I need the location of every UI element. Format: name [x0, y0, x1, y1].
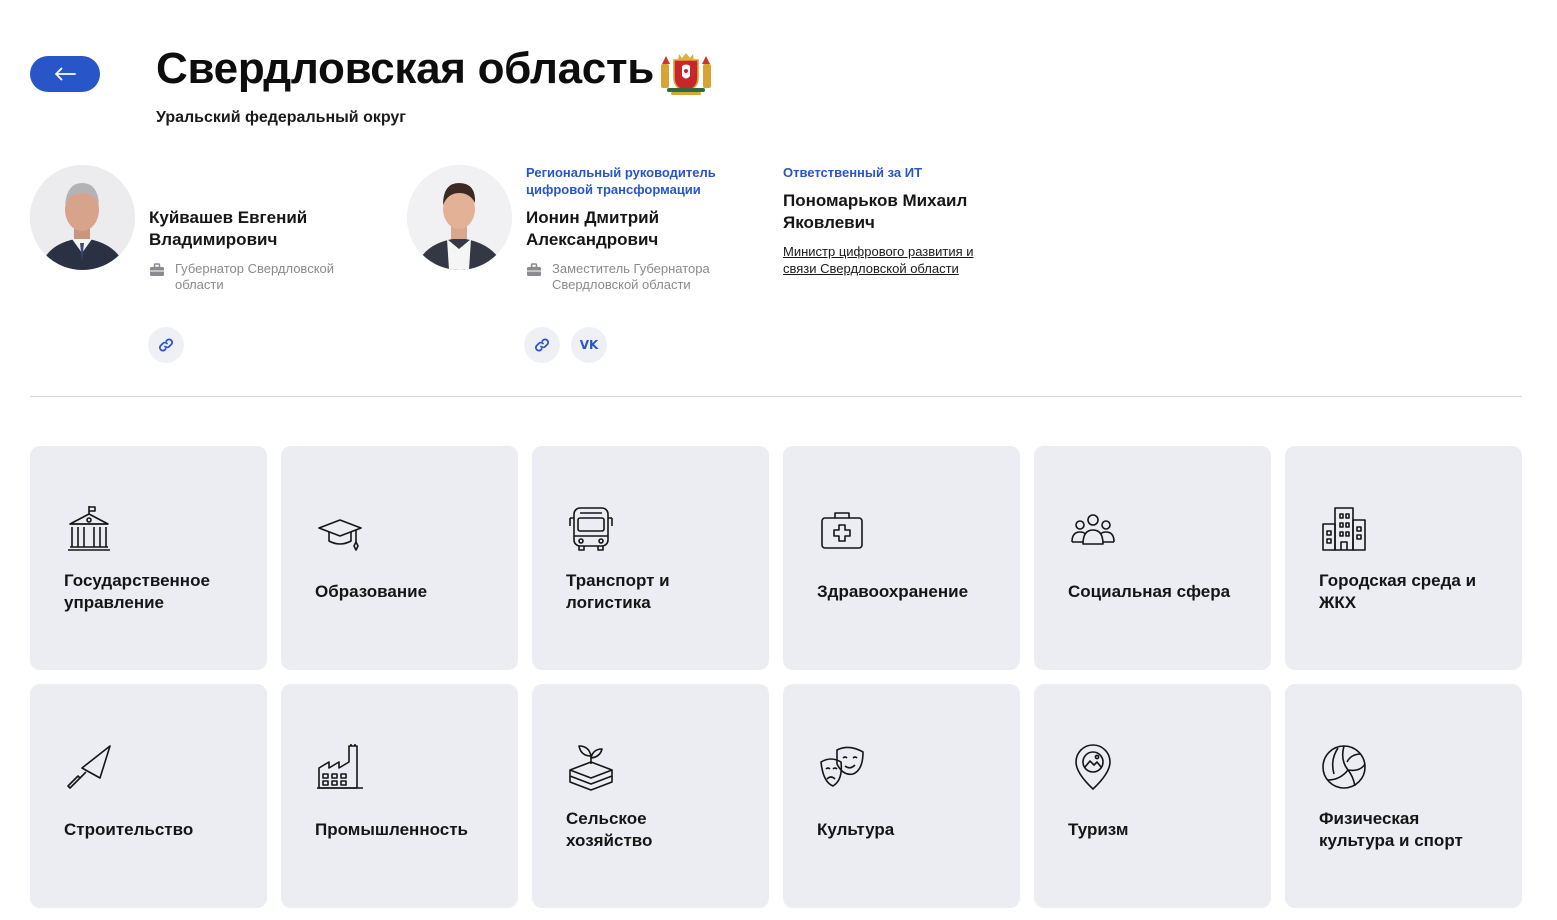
- sector-tile-industry[interactable]: Промышленность: [281, 684, 518, 908]
- sector-tile-healthcare[interactable]: Здравоохранение: [783, 446, 1020, 670]
- deputy-governor-photo: [407, 165, 512, 270]
- sector-label: Транспорт и логистика: [566, 571, 670, 612]
- profile-link-button[interactable]: [524, 327, 560, 363]
- volleyball-icon: [1322, 745, 1366, 789]
- sector-label: Городская среда и ЖКХ: [1319, 571, 1477, 612]
- theater-masks-icon: [820, 746, 864, 787]
- city-buildings-icon: [1322, 507, 1366, 551]
- sector-tile-construction[interactable]: Строительство: [30, 684, 267, 908]
- person-name: Ионин Дмитрий Александрович: [526, 208, 660, 249]
- sector-tile-agriculture[interactable]: Сельское хозяйство: [532, 684, 769, 908]
- sprout-icon: [569, 745, 613, 791]
- sector-label: Строительство: [64, 820, 194, 839]
- briefcase-icon: [150, 263, 164, 276]
- bus-icon: [569, 507, 613, 551]
- sector-label: Социальная сфера: [1068, 582, 1231, 601]
- sector-label: Физическая культура и спорт: [1319, 809, 1463, 850]
- person-name: Куйвашев Евгений Владимирович: [149, 208, 308, 249]
- vk-icon: VK: [579, 338, 599, 352]
- sector-tile-urban[interactable]: Городская среда и ЖКХ: [1285, 446, 1522, 670]
- graduation-cap-icon: [318, 519, 362, 551]
- sector-tile-education[interactable]: Образование: [281, 446, 518, 670]
- map-pin-icon: [1075, 744, 1111, 790]
- arrow-left-icon: [55, 67, 76, 81]
- divider: [30, 396, 1522, 397]
- sector-label: Образование: [315, 582, 428, 601]
- government-building-icon: [68, 506, 110, 551]
- people-group-icon: [1071, 514, 1115, 545]
- person-role: Ответственный за ИТ: [783, 165, 923, 180]
- federal-district: Уральский федеральный округ: [156, 109, 406, 126]
- sector-tile-tourism[interactable]: Туризм: [1034, 684, 1271, 908]
- avatar: [407, 165, 512, 270]
- sector-label: Государственное управление: [64, 571, 210, 612]
- governor-photo: [30, 165, 135, 270]
- sector-tile-transport[interactable]: Транспорт и логистика: [532, 446, 769, 670]
- sector-tile-social[interactable]: Социальная сфера: [1034, 446, 1271, 670]
- sector-tile-sport[interactable]: Физическая культура и спорт: [1285, 684, 1522, 908]
- sector-label: Здравоохранение: [817, 582, 969, 601]
- coat-of-arms-icon: [661, 53, 711, 95]
- trowel-icon: [67, 745, 111, 789]
- person-role: Региональный руководитель цифровой транс…: [526, 165, 716, 197]
- sector-label: Туризм: [1068, 820, 1129, 839]
- factory-icon: [317, 744, 363, 789]
- sector-label: Промышленность: [315, 820, 468, 839]
- link-icon: [159, 338, 173, 352]
- sector-label: Сельское хозяйство: [566, 809, 653, 850]
- profile-link-button[interactable]: [148, 327, 184, 363]
- avatar: [30, 165, 135, 270]
- page-title: Свердловская область: [156, 44, 654, 93]
- medical-kit-icon: [821, 512, 863, 549]
- sector-tile-culture[interactable]: Культура: [783, 684, 1020, 908]
- sector-label: Культура: [817, 820, 895, 839]
- person-position: Заместитель Губернатора Свердловской обл…: [526, 261, 710, 293]
- link-icon: [535, 338, 549, 352]
- sector-grid: Государственное управление Образование Тр…: [30, 446, 1522, 908]
- ministry-link[interactable]: Министр цифрового развития и связи Сверд…: [783, 243, 974, 277]
- person-position: Губернатор Свердловской области: [149, 261, 334, 293]
- back-button[interactable]: [30, 56, 100, 92]
- person-name: Пономарьков Михаил Яковлевич: [783, 191, 968, 232]
- sector-tile-government[interactable]: Государственное управление: [30, 446, 267, 670]
- briefcase-icon: [527, 263, 541, 276]
- vk-button[interactable]: VK: [571, 327, 607, 363]
